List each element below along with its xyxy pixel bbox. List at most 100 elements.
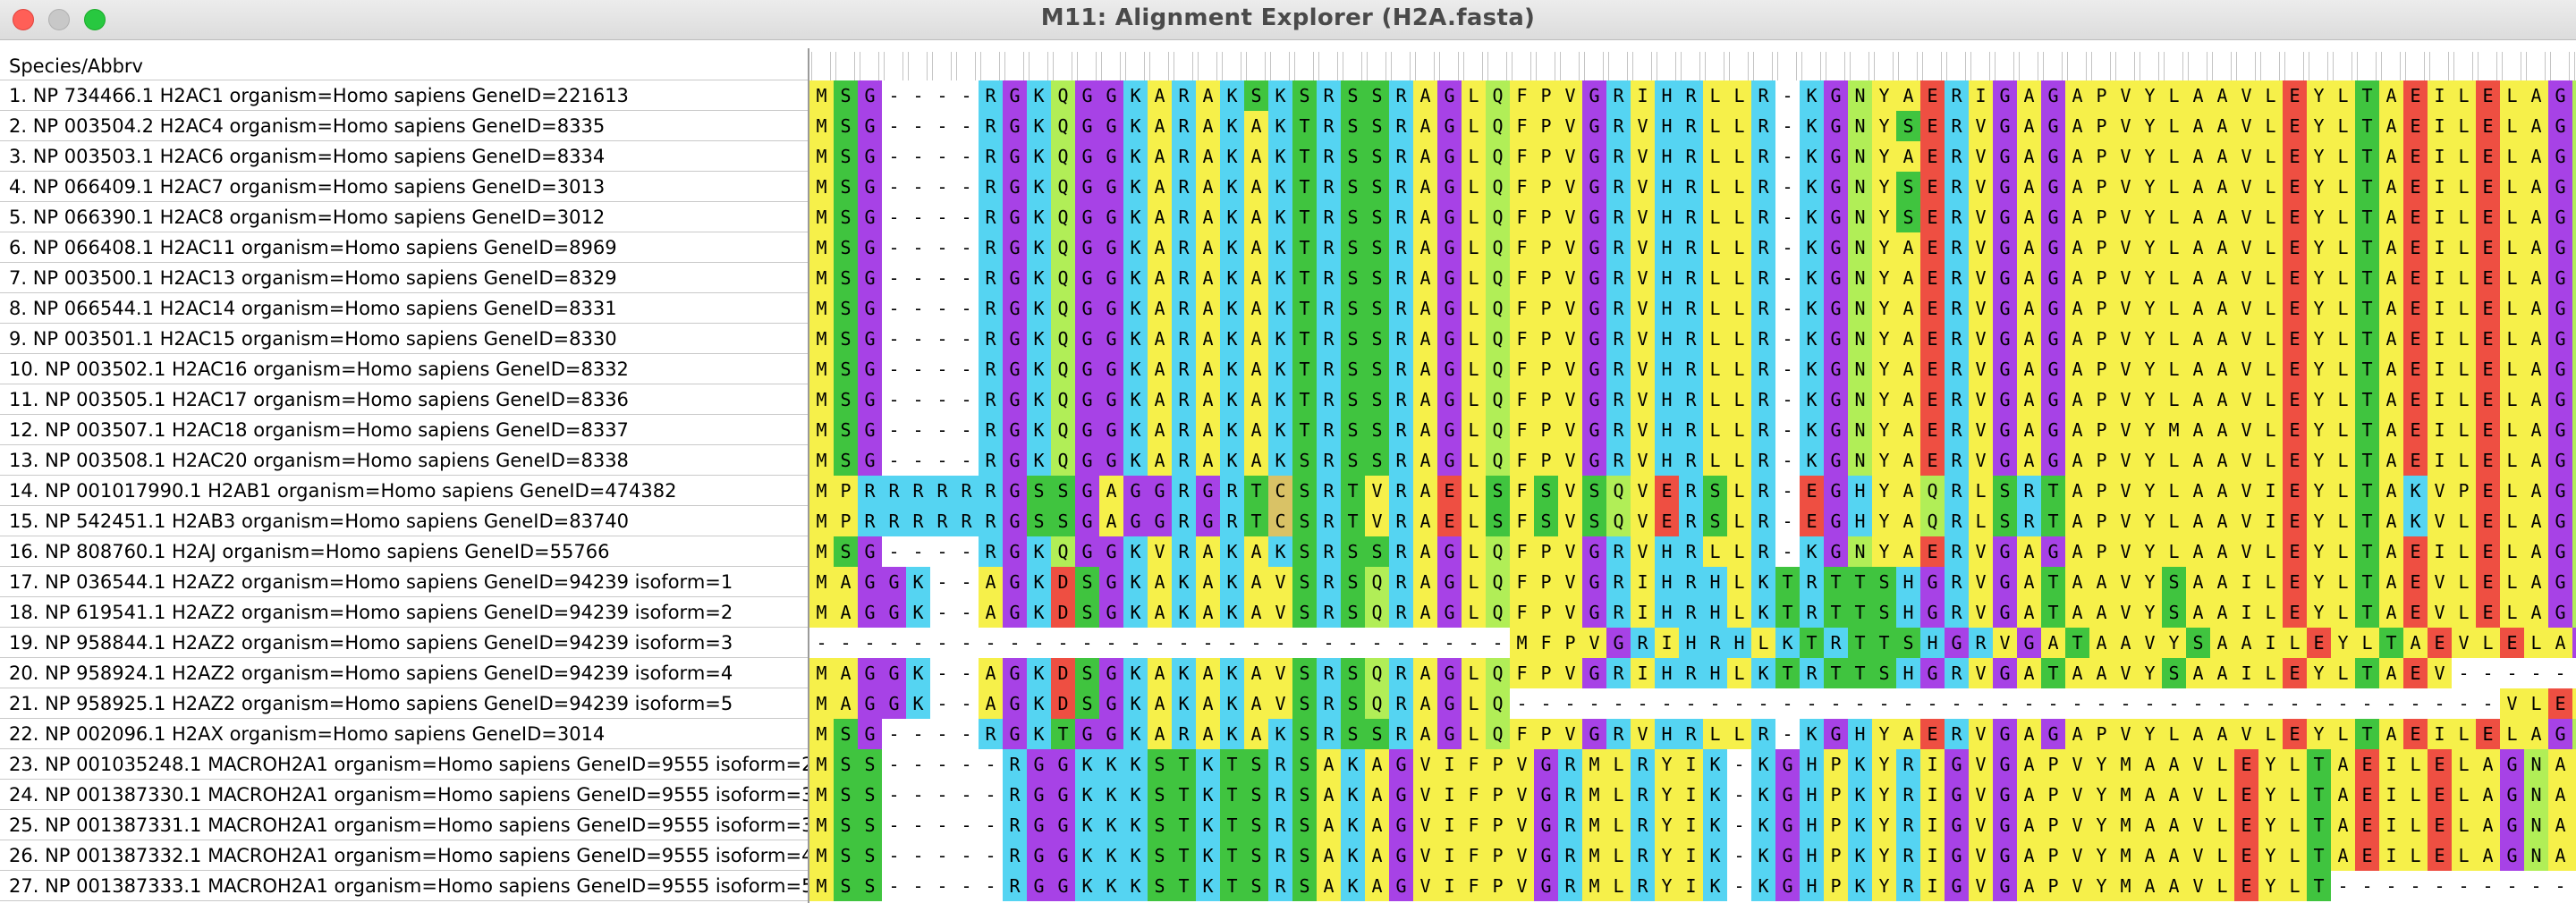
alignment-row[interactable]: MSS-----RGGKKKSTKTSRSAKAGVIFPVGRMLRYIK-K… bbox=[809, 780, 2576, 810]
residue-cell[interactable]: K bbox=[1123, 111, 1148, 141]
residue-cell[interactable]: - bbox=[1365, 628, 1389, 658]
alignment-row[interactable]: MSS-----RGGKKKSTKTSRSAKAGVIFPVGRMLRYIK-K… bbox=[809, 810, 2576, 840]
residue-cell[interactable]: K bbox=[1268, 719, 1292, 749]
residue-cell[interactable]: G bbox=[1099, 293, 1123, 324]
residue-cell[interactable]: S bbox=[834, 719, 858, 749]
residue-cell[interactable]: V bbox=[1365, 506, 1389, 536]
residue-cell[interactable]: A bbox=[1148, 293, 1172, 324]
residue-cell[interactable]: M bbox=[809, 780, 834, 810]
residue-cell[interactable]: Q bbox=[1486, 688, 1510, 719]
residue-cell[interactable]: L bbox=[1462, 476, 1486, 506]
residue-cell[interactable]: T bbox=[1800, 628, 1824, 658]
column-marker[interactable] bbox=[1898, 52, 1918, 80]
residue-cell[interactable]: G bbox=[1389, 840, 1413, 871]
residue-cell[interactable]: I bbox=[2379, 749, 2403, 780]
alignment-row[interactable]: MSG----RGKTGGKARAKAKSRSSRAGLQFPVGRVHRLLR… bbox=[809, 719, 2576, 749]
residue-cell[interactable]: G bbox=[1945, 871, 1969, 901]
residue-cell[interactable]: R bbox=[1558, 780, 1582, 810]
residue-cell[interactable]: R bbox=[1606, 445, 1631, 476]
residue-cell[interactable]: P bbox=[2089, 202, 2114, 232]
residue-cell[interactable]: P bbox=[1824, 780, 1848, 810]
residue-cell[interactable]: V bbox=[2186, 749, 2210, 780]
residue-cell[interactable]: V bbox=[1631, 324, 1655, 354]
residue-cell[interactable]: G bbox=[1437, 415, 1462, 445]
residue-cell[interactable]: R bbox=[1389, 324, 1413, 354]
residue-cell[interactable]: A bbox=[1148, 658, 1172, 688]
residue-cell[interactable]: S bbox=[834, 840, 858, 871]
residue-cell[interactable]: V bbox=[1558, 536, 1582, 567]
residue-cell[interactable]: G bbox=[1534, 749, 1558, 780]
residue-cell[interactable]: G bbox=[2548, 172, 2572, 202]
residue-cell[interactable]: M bbox=[809, 354, 834, 384]
residue-cell[interactable]: Y bbox=[2258, 749, 2283, 780]
residue-cell[interactable]: E bbox=[1920, 232, 1945, 263]
residue-cell[interactable]: R bbox=[2017, 506, 2041, 536]
residue-cell[interactable]: V bbox=[2234, 324, 2258, 354]
residue-cell[interactable]: G bbox=[1027, 810, 1051, 840]
residue-cell[interactable]: I bbox=[1437, 840, 1462, 871]
residue-cell[interactable]: K bbox=[1123, 749, 1148, 780]
residue-cell[interactable]: Y bbox=[2138, 172, 2162, 202]
residue-cell[interactable]: - bbox=[954, 810, 979, 840]
column-marker[interactable] bbox=[956, 52, 976, 80]
residue-cell[interactable]: K bbox=[1027, 202, 1051, 232]
residue-cell[interactable]: V bbox=[1582, 628, 1606, 658]
residue-cell[interactable]: F bbox=[1510, 415, 1534, 445]
residue-cell[interactable]: L bbox=[2452, 597, 2476, 628]
residue-cell[interactable]: K bbox=[1123, 780, 1148, 810]
residue-cell[interactable]: - bbox=[1775, 506, 1800, 536]
residue-cell[interactable]: - bbox=[1727, 810, 1751, 840]
residue-cell[interactable]: R bbox=[1800, 567, 1824, 597]
residue-cell[interactable]: V bbox=[2234, 719, 2258, 749]
residue-cell[interactable]: V bbox=[2234, 232, 2258, 263]
residue-cell[interactable]: G bbox=[858, 172, 882, 202]
residue-cell[interactable]: - bbox=[1727, 688, 1751, 719]
residue-cell[interactable]: V bbox=[1969, 141, 1993, 172]
residue-cell[interactable]: G bbox=[1437, 567, 1462, 597]
residue-cell[interactable]: R bbox=[1606, 597, 1631, 628]
residue-cell[interactable]: H bbox=[1655, 232, 1679, 263]
residue-cell[interactable]: - bbox=[1775, 202, 1800, 232]
residue-cell[interactable]: I bbox=[2258, 476, 2283, 506]
residue-cell[interactable]: K bbox=[1848, 871, 1872, 901]
residue-cell[interactable]: T bbox=[1220, 780, 1244, 810]
residue-cell[interactable]: R bbox=[1896, 810, 1920, 840]
residue-cell[interactable]: E bbox=[1920, 384, 1945, 415]
residue-cell[interactable]: R bbox=[1679, 597, 1703, 628]
residue-cell[interactable]: G bbox=[1534, 810, 1558, 840]
residue-cell[interactable]: L bbox=[2403, 749, 2428, 780]
residue-cell[interactable]: K bbox=[1027, 658, 1051, 688]
residue-cell[interactable]: A bbox=[2138, 780, 2162, 810]
sequence-name[interactable]: 10. NP 003502.1 H2AC16 organism=Homo sap… bbox=[0, 354, 808, 384]
residue-cell[interactable]: K bbox=[1751, 871, 1775, 901]
residue-cell[interactable]: R bbox=[1679, 293, 1703, 324]
residue-cell[interactable]: Y bbox=[1872, 354, 1896, 384]
residue-cell[interactable]: A bbox=[2186, 354, 2210, 384]
residue-cell[interactable]: L bbox=[2452, 749, 2476, 780]
residue-cell[interactable]: S bbox=[2162, 597, 2186, 628]
residue-cell[interactable]: - bbox=[930, 202, 954, 232]
column-marker[interactable] bbox=[2478, 52, 2497, 80]
residue-cell[interactable]: K bbox=[1027, 688, 1051, 719]
sequence-name[interactable]: 13. NP 003508.1 H2AC20 organism=Homo sap… bbox=[0, 445, 808, 476]
residue-cell[interactable]: R bbox=[1751, 719, 1775, 749]
residue-cell[interactable]: G bbox=[1099, 567, 1123, 597]
residue-cell[interactable]: G bbox=[2041, 141, 2065, 172]
residue-cell[interactable]: R bbox=[1679, 567, 1703, 597]
residue-cell[interactable]: N bbox=[1848, 415, 1872, 445]
column-marker[interactable] bbox=[980, 52, 1000, 80]
residue-cell[interactable]: A bbox=[2524, 354, 2548, 384]
residue-cell[interactable]: A bbox=[2234, 628, 2258, 658]
residue-cell[interactable]: Y bbox=[2307, 719, 2331, 749]
residue-cell[interactable]: G bbox=[2548, 536, 2572, 567]
sequence-name[interactable]: 17. NP 036544.1 H2AZ2 organism=Homo sapi… bbox=[0, 567, 808, 597]
residue-cell[interactable]: - bbox=[1244, 628, 1268, 658]
residue-cell[interactable]: E bbox=[1920, 536, 1945, 567]
residue-cell[interactable]: R bbox=[1631, 780, 1655, 810]
residue-cell[interactable]: N bbox=[2572, 719, 2576, 749]
residue-cell[interactable]: G bbox=[858, 141, 882, 172]
residue-cell[interactable]: H bbox=[1655, 597, 1679, 628]
residue-cell[interactable]: G bbox=[1437, 80, 1462, 111]
residue-cell[interactable]: V bbox=[2234, 202, 2258, 232]
residue-cell[interactable]: V bbox=[1558, 202, 1582, 232]
